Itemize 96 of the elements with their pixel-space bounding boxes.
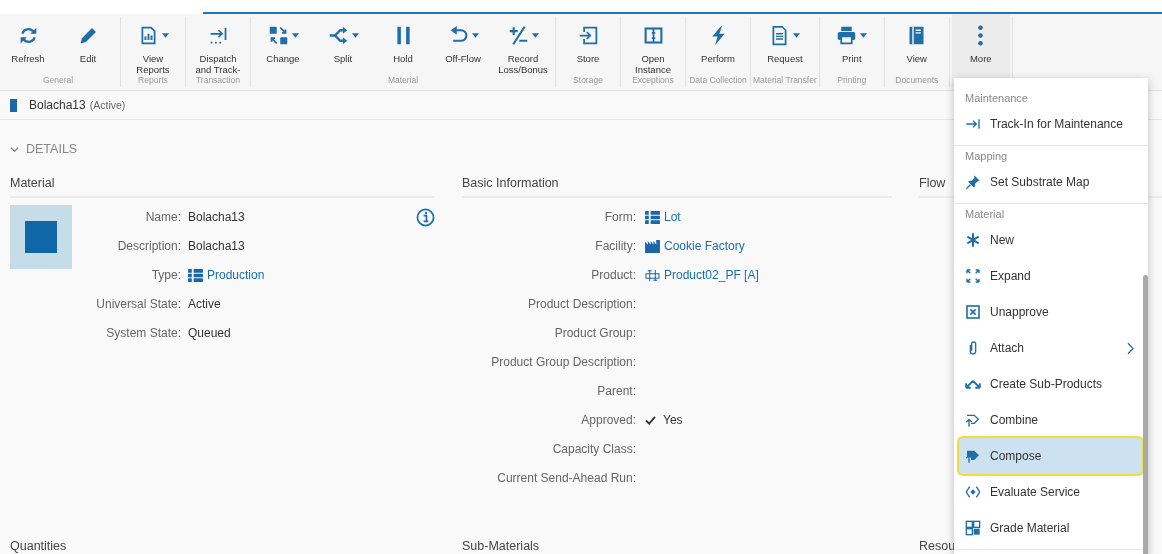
- field-label: Facility:: [594, 239, 636, 253]
- asterisk-icon: [965, 232, 981, 248]
- menu-item[interactable]: Grade Material: [954, 510, 1142, 546]
- toolbar-button[interactable]: View Reports: [123, 17, 183, 75]
- combine-icon: [965, 412, 981, 428]
- group-label: Material Transfer: [753, 75, 817, 87]
- field-value: Bolacha13: [188, 239, 245, 253]
- field-link[interactable]: Lot: [645, 210, 681, 224]
- toolbar-button[interactable]: Change: [253, 17, 313, 75]
- product-icon: [645, 268, 660, 282]
- toolbar-button[interactable]: Refresh: [0, 17, 58, 75]
- list-icon: [188, 268, 203, 282]
- group-label: Documents: [895, 75, 939, 87]
- toolbar-button[interactable]: Off-Flow: [433, 17, 493, 75]
- field-label: Current Send-Ahead Run:: [496, 471, 636, 485]
- grid-icon: [965, 520, 981, 536]
- menu-item[interactable]: Create Sub-Products: [954, 366, 1142, 402]
- field-label: System State:: [105, 326, 181, 340]
- toolbar-button[interactable]: Edit: [58, 17, 118, 75]
- scrollbar[interactable]: [1143, 275, 1148, 554]
- field-label: Product:: [590, 268, 636, 282]
- field-label: Universal State:: [95, 297, 181, 311]
- group-label: Exceptions: [632, 75, 674, 87]
- field-label: Description:: [116, 239, 181, 253]
- section-heading: Resou: [919, 539, 957, 553]
- split-icon: [327, 24, 349, 46]
- field-link[interactable]: Product02_PF [A]: [645, 268, 759, 282]
- field-value: Bolacha13: [188, 210, 245, 224]
- info-icon[interactable]: [416, 208, 435, 227]
- toolbar-button[interactable]: Hold: [373, 17, 433, 75]
- group-label: Transaction: [195, 75, 241, 87]
- field-label: Form:: [603, 210, 636, 224]
- group-label: Reports: [138, 75, 168, 87]
- more-icon: [978, 24, 984, 46]
- list-icon: [645, 210, 660, 224]
- toolbar-button[interactable]: Record Loss/Bonus: [493, 17, 553, 75]
- print-icon: [836, 24, 858, 46]
- chevron-icon[interactable]: [10, 144, 19, 154]
- arrows-icon: [965, 379, 981, 389]
- toolbar-button[interactable]: Split: [313, 17, 373, 75]
- group-label: Data Collection: [689, 75, 747, 87]
- field-label: Name:: [144, 210, 181, 224]
- field-link[interactable]: Cookie Factory: [645, 239, 745, 253]
- field-value: Active: [188, 297, 221, 311]
- section-heading: Sub-Materials: [462, 539, 541, 553]
- field-label: Parent:: [596, 384, 636, 398]
- menu-section-label: Material: [964, 207, 1006, 222]
- field-label: Type:: [150, 268, 181, 282]
- toolbar-button[interactable]: Dispatch and Track-: [188, 17, 248, 75]
- section-heading: Quantities: [10, 539, 68, 553]
- field-label: Product Group Description:: [490, 355, 636, 369]
- section-heading: Material: [10, 176, 435, 198]
- toolbar-button[interactable]: Request: [754, 17, 815, 75]
- expand-icon: [965, 268, 981, 284]
- factory-icon: [645, 239, 660, 253]
- group-label: Printing: [837, 75, 867, 87]
- x-box-icon: [965, 304, 981, 320]
- field-value: Yes: [663, 413, 683, 427]
- pin-icon: [965, 174, 981, 190]
- plus-minus-icon: [507, 24, 529, 46]
- material-thumbnail: [10, 205, 72, 269]
- diamond-icon: [965, 484, 981, 500]
- group-label: Material: [387, 75, 419, 87]
- menu-item[interactable]: Expand: [954, 258, 1142, 294]
- material-icon: [10, 98, 17, 112]
- group-label: Storage: [573, 75, 603, 87]
- toolbar-button[interactable]: Open Instance: [623, 17, 683, 75]
- field-label: Product Group:: [553, 326, 636, 340]
- field-label: Approved:: [580, 413, 636, 427]
- menu-item[interactable]: Unapprove: [954, 294, 1142, 330]
- menu-item[interactable]: Compose: [959, 438, 1142, 474]
- field-value: Queued: [188, 326, 231, 340]
- menu-item[interactable]: Combine: [954, 402, 1142, 438]
- menu-section-label: Maintenance: [964, 91, 1029, 106]
- group-label: General: [42, 75, 74, 87]
- status-label: (Active): [89, 99, 126, 111]
- toolbar-button[interactable]: Print: [821, 17, 882, 75]
- menu-item[interactable]: New: [954, 222, 1142, 258]
- menu-item[interactable]: Track-In for Maintenance: [954, 106, 1142, 142]
- store-icon: [577, 24, 599, 46]
- toolbar-button[interactable]: Store: [558, 17, 618, 75]
- compose-icon: [965, 448, 981, 464]
- toolbar-button[interactable]: Perform: [688, 17, 748, 75]
- instance-icon: [642, 24, 664, 46]
- section-heading: Basic Information: [462, 176, 892, 198]
- checkmark-icon: [645, 415, 656, 425]
- page-title: Bolacha13: [29, 98, 86, 112]
- toolbar-button[interactable]: View: [886, 17, 947, 75]
- menu-section-label: Mapping: [964, 149, 1009, 164]
- field-link[interactable]: Production: [188, 268, 265, 282]
- swap-icon: [267, 24, 289, 46]
- track-in-icon: [965, 116, 981, 132]
- field-label: Product Description:: [526, 297, 636, 311]
- menu-item[interactable]: Evaluate Service: [954, 474, 1142, 510]
- field-label: Capacity Class:: [551, 442, 636, 456]
- menu-item[interactable]: Attach: [954, 330, 1142, 366]
